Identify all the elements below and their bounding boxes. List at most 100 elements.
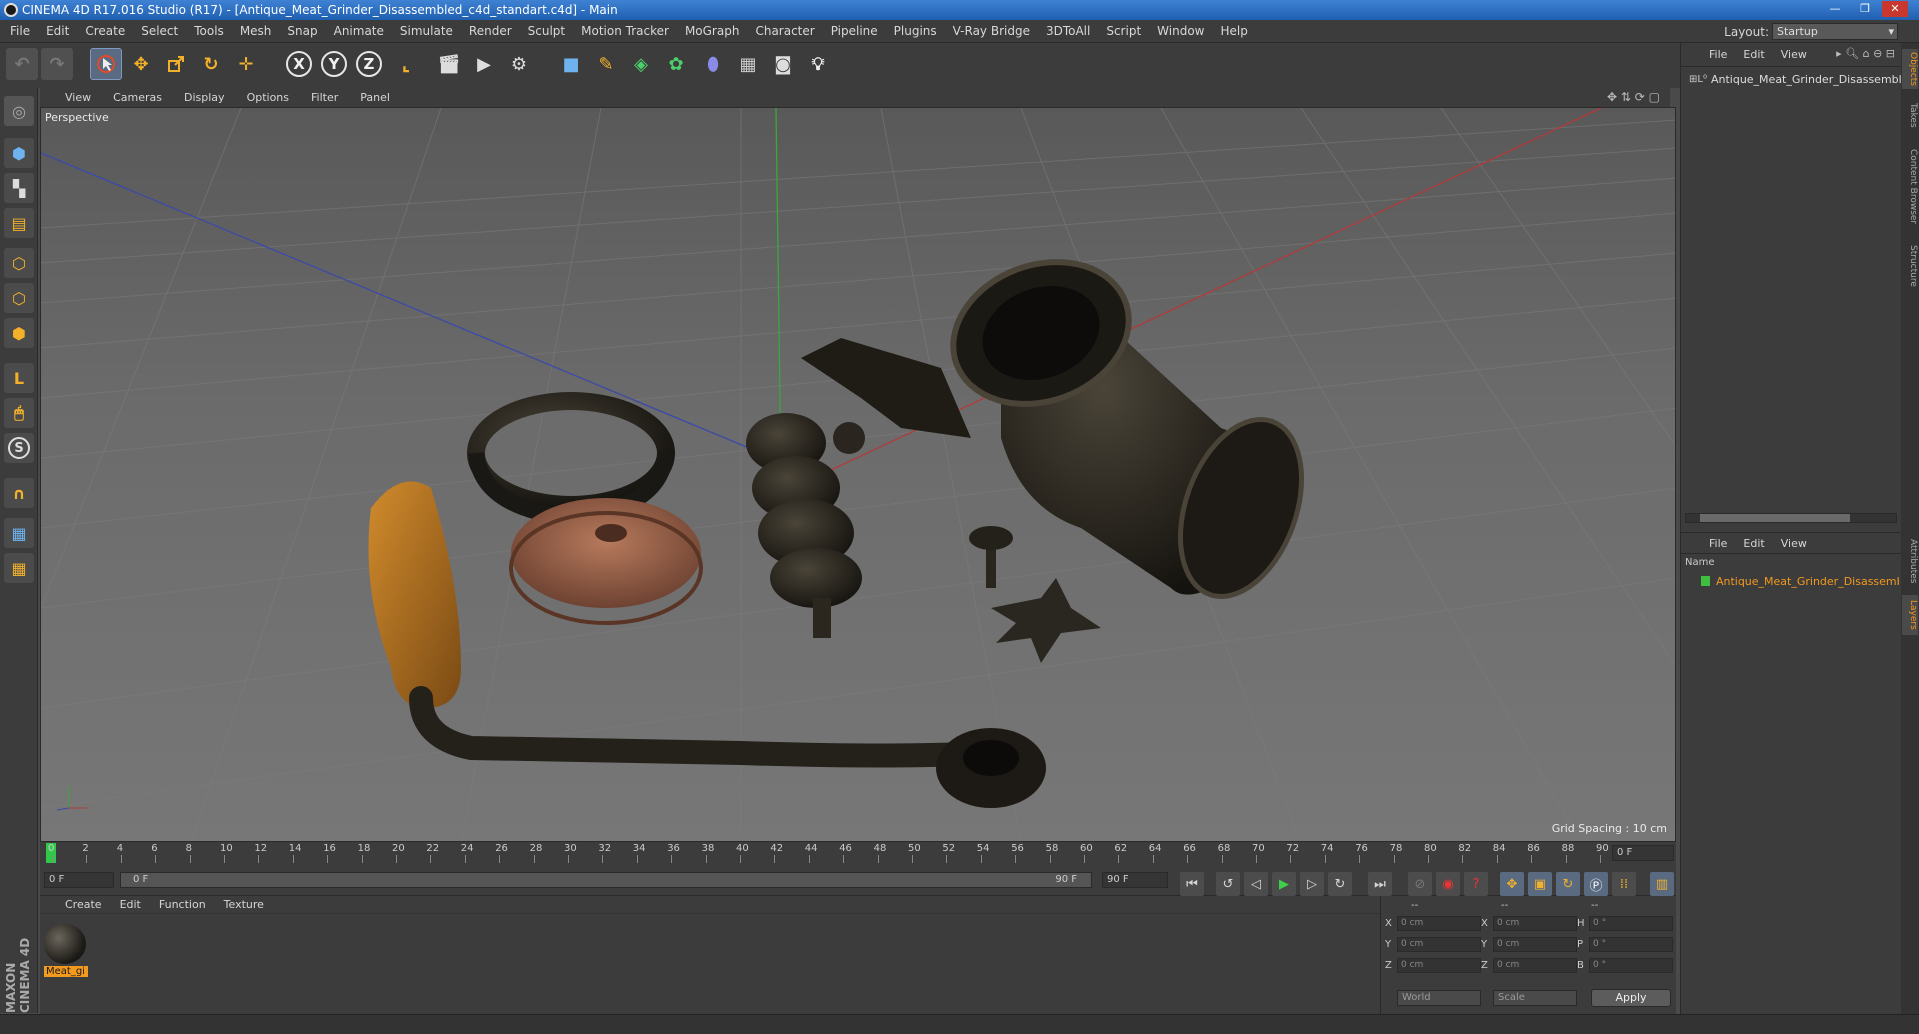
z-axis-lock-button[interactable]: Z (353, 48, 385, 80)
subdivision-button[interactable]: ◈ (625, 48, 657, 80)
close-button[interactable]: ✕ (1882, 1, 1908, 17)
goto-start-button[interactable]: ⏮ (1180, 872, 1204, 896)
menu-window[interactable]: Window (1149, 20, 1212, 43)
camera-button[interactable]: ◙ (767, 48, 799, 80)
apply-button[interactable]: Apply (1591, 989, 1671, 1007)
viewport-menu-filter[interactable]: Filter (300, 88, 349, 107)
next-key-button[interactable]: ↻ (1328, 872, 1352, 896)
mograph-cloner-button[interactable]: ✿ (660, 48, 692, 80)
render-view-button[interactable]: 🎬︎ (433, 48, 465, 80)
make-editable-button[interactable]: ◎ (4, 96, 34, 126)
key-pla-button[interactable]: ⁞⁞ (1612, 872, 1636, 896)
menu-v-ray-bridge[interactable]: V-Ray Bridge (945, 20, 1038, 43)
objects-scrollbar[interactable] (1685, 513, 1897, 523)
transform-mode-select[interactable]: Scale (1493, 990, 1577, 1006)
menu-pipeline[interactable]: Pipeline (823, 20, 886, 43)
minimize-button[interactable]: — (1822, 1, 1848, 17)
deformer-button[interactable]: ⬮ (697, 48, 729, 80)
menu-character[interactable]: Character (747, 20, 822, 43)
menu-3dtoall[interactable]: 3DToAll (1038, 20, 1098, 43)
camera-label[interactable]: Perspective (45, 111, 109, 124)
workplane-lock-button[interactable]: ▦ (4, 518, 34, 548)
undo-button[interactable]: ↶ (6, 48, 38, 80)
tab-objects[interactable]: Objects (1902, 49, 1918, 89)
scrollbar-thumb[interactable] (1700, 514, 1850, 522)
objects-toolbar-icons[interactable]: ▸ 🔍︎ ⌂ ⊖ ⊟ (1836, 47, 1895, 60)
menu-mesh[interactable]: Mesh (232, 20, 280, 43)
object-tree-row[interactable]: ⊞L⁰ Antique_Meat_Grinder_Disassembled (1681, 70, 1901, 88)
objects-menu-view[interactable]: View (1773, 48, 1815, 61)
menu-animate[interactable]: Animate (326, 20, 392, 43)
coord-value-field[interactable]: 0 cm (1493, 916, 1577, 931)
tweak-mode-button[interactable]: 🖱︎ (4, 398, 34, 428)
tab-layers[interactable]: Layers (1902, 595, 1918, 635)
restore-button[interactable]: ❐ (1852, 1, 1878, 17)
floor-button[interactable]: ▦ (732, 48, 764, 80)
key-parameter-button[interactable]: Ⓟ (1584, 872, 1608, 896)
timeline-ruler[interactable]: 0 2 4 6 8 10 12 14 16 18 20 22 24 26 28 30 32 34 36 38 40 42 4… (40, 842, 1676, 864)
viewport-menu-cameras[interactable]: Cameras (102, 88, 173, 107)
render-settings-button[interactable]: ⚙ (503, 48, 535, 80)
coord-value-field[interactable]: 0 ° (1589, 958, 1673, 973)
redo-button[interactable]: ↷ (41, 48, 73, 80)
menu-sculpt[interactable]: Sculpt (520, 20, 573, 43)
coord-value-field[interactable]: 0 cm (1493, 958, 1577, 973)
viewport-nav-icons[interactable]: ✥ ⇅ ⟳ ▢ (1607, 90, 1660, 104)
menu-simulate[interactable]: Simulate (392, 20, 461, 43)
axis-mode-button[interactable]: L (4, 363, 34, 393)
planar-workplane-button[interactable]: ▦ (4, 553, 34, 583)
y-axis-lock-button[interactable]: Y (318, 48, 350, 80)
menu-render[interactable]: Render (461, 20, 520, 43)
key-position-button[interactable]: ✥ (1500, 872, 1524, 896)
coord-value-field[interactable]: 0 cm (1397, 916, 1481, 931)
autokey-button[interactable]: ? (1464, 872, 1488, 896)
menu-motion-tracker[interactable]: Motion Tracker (573, 20, 677, 43)
layers-menu-edit[interactable]: Edit (1735, 537, 1772, 550)
menu-file[interactable]: File (2, 20, 38, 43)
select-tool-button[interactable] (90, 48, 122, 80)
tab-attributes[interactable]: Attributes (1902, 533, 1918, 589)
coord-value-field[interactable]: 0 cm (1397, 958, 1481, 973)
coordinate-system-button[interactable]: ⌞ (390, 48, 422, 80)
material-menu-texture[interactable]: Texture (215, 896, 273, 914)
solo-mode-button[interactable]: S (4, 433, 34, 463)
move-tool-button[interactable]: ✥ (125, 48, 157, 80)
end-frame-field[interactable]: 90 F (1102, 872, 1168, 888)
snap-button[interactable]: ∩ (4, 478, 34, 508)
start-frame-field[interactable]: 0 F (44, 872, 114, 888)
material-menu-function[interactable]: Function (150, 896, 215, 914)
goto-end-button[interactable]: ⏭ (1368, 872, 1392, 896)
record-keys-button[interactable]: ◉ (1436, 872, 1460, 896)
transform-tool-button[interactable]: ✛ (230, 48, 262, 80)
perspective-viewport[interactable]: Perspective Grid Spacing : 10 cm (40, 107, 1676, 842)
viewport-menu-display[interactable]: Display (173, 88, 236, 107)
play-button[interactable]: ▶ (1272, 872, 1296, 896)
prev-key-button[interactable]: ↺ (1216, 872, 1240, 896)
tab-structure[interactable]: Structure (1902, 239, 1918, 293)
light-button[interactable]: 💡︎ (802, 48, 834, 80)
viewport-menu-panel[interactable]: Panel (349, 88, 401, 107)
motion-record-button[interactable]: ⊘ (1408, 872, 1432, 896)
prev-frame-button[interactable]: ◁ (1244, 872, 1268, 896)
menu-snap[interactable]: Snap (279, 20, 325, 43)
material-swatch[interactable]: Meat_gi (44, 924, 88, 980)
menu-select[interactable]: Select (133, 20, 186, 43)
menu-help[interactable]: Help (1212, 20, 1255, 43)
material-menu-edit[interactable]: Edit (111, 896, 150, 914)
points-mode-button[interactable]: ⬡ (4, 248, 34, 278)
tab-takes[interactable]: Takes (1902, 97, 1918, 133)
next-frame-button[interactable]: ▷ (1300, 872, 1324, 896)
edges-mode-button[interactable]: ⬡ (4, 283, 34, 313)
menu-edit[interactable]: Edit (38, 20, 77, 43)
menu-script[interactable]: Script (1098, 20, 1149, 43)
key-rotation-button[interactable]: ↻ (1556, 872, 1580, 896)
current-frame-field[interactable]: 0 F (1612, 845, 1674, 861)
viewport-menu-view[interactable]: View (54, 88, 102, 107)
x-axis-lock-button[interactable]: X (283, 48, 315, 80)
layout-select[interactable]: Startup ▾ (1772, 23, 1898, 40)
cube-object-button[interactable]: ■ (555, 48, 587, 80)
render-picture-viewer-button[interactable]: ▶ (468, 48, 500, 80)
rotate-tool-button[interactable]: ↻ (195, 48, 227, 80)
tab-content-browser[interactable]: Content Browser (1902, 139, 1918, 235)
coord-value-field[interactable]: 0 cm (1493, 937, 1577, 952)
